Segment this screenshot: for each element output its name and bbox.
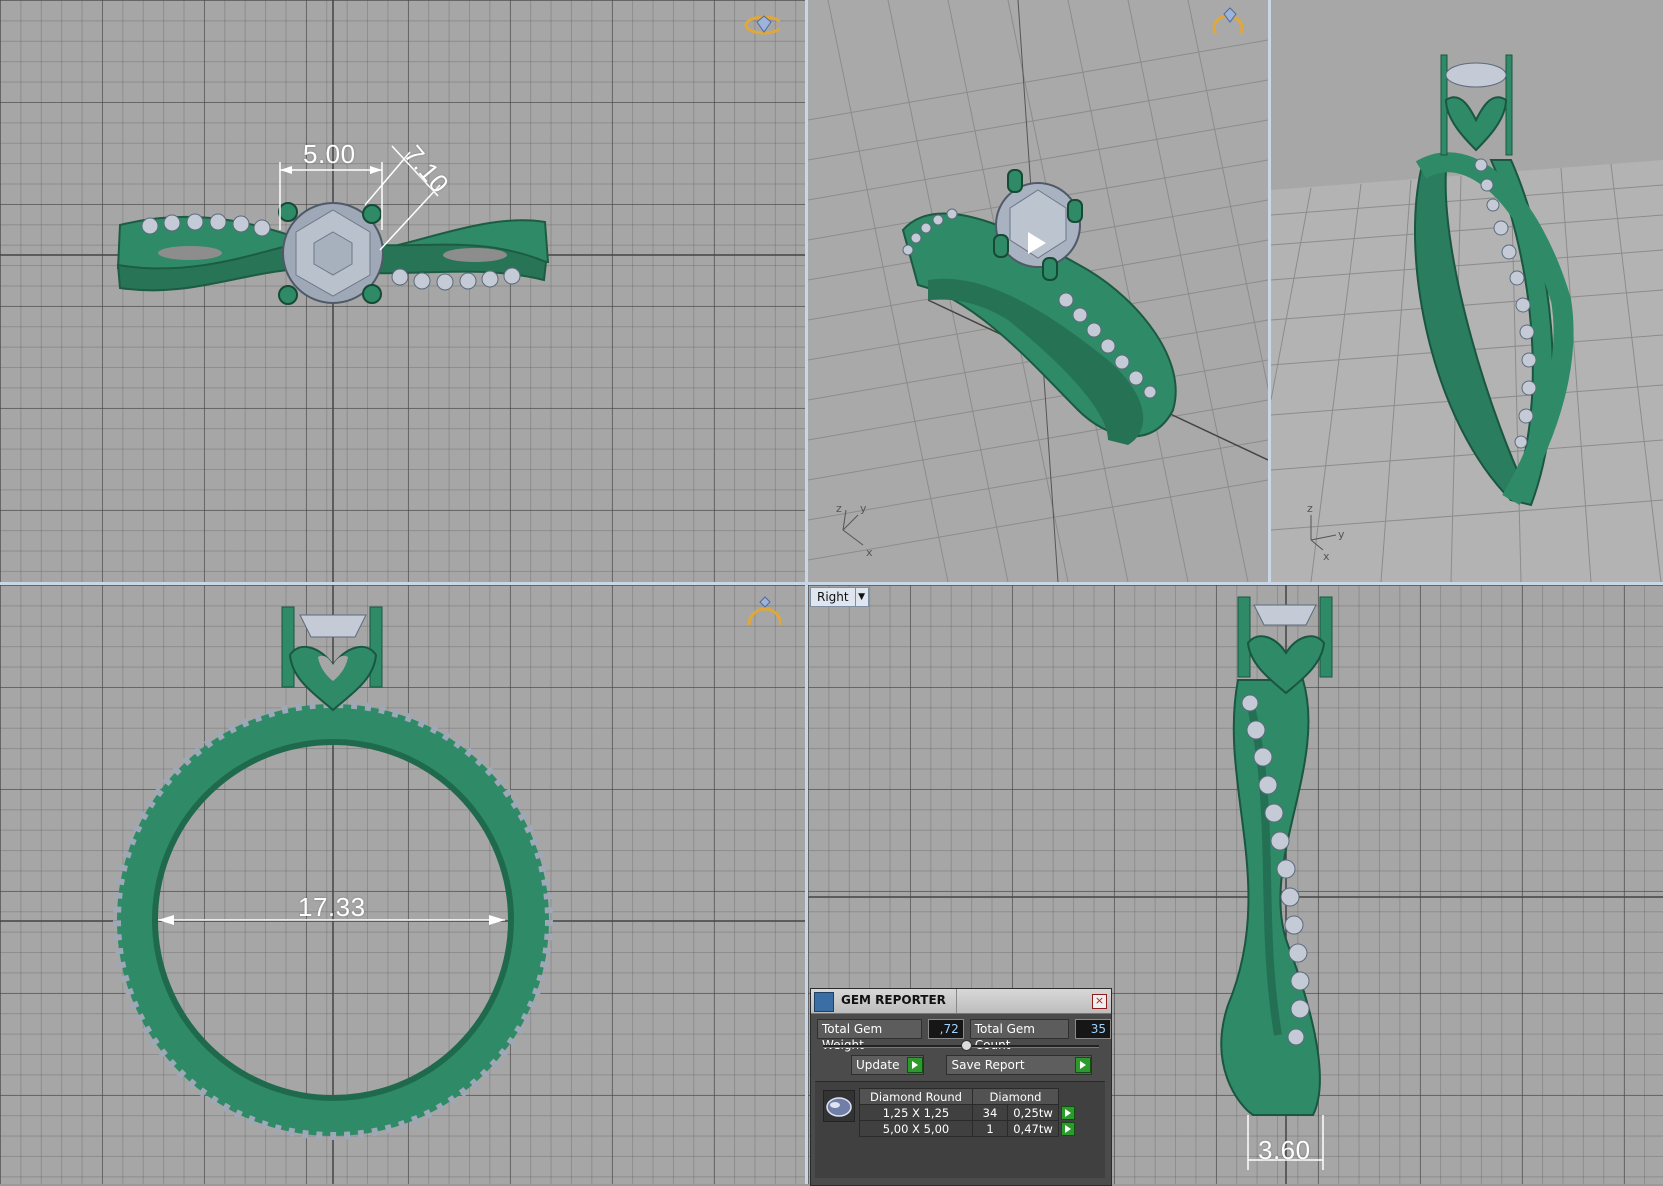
view-cube-icon[interactable] — [744, 10, 780, 40]
gem-size: 1,25 X 1,25 — [859, 1104, 973, 1121]
axis-label-x: x — [1323, 550, 1330, 563]
gem-table-area: Diamond Round Diamond 1,25 X 1,25 34 0,2… — [815, 1081, 1105, 1178]
view-selector[interactable]: Right ▼ — [810, 587, 869, 607]
table-row[interactable]: 5,00 X 5,00 1 0,47tw — [859, 1120, 1078, 1137]
titlebar-separator — [956, 989, 957, 1013]
ring-front-view — [0, 585, 805, 1184]
axis-label-y: y — [860, 502, 867, 515]
play-icon[interactable] — [1061, 1121, 1075, 1136]
viewport-perspective[interactable]: z y x — [808, 0, 1268, 582]
close-icon[interactable]: × — [1092, 994, 1107, 1009]
gem-weight: 0,47tw — [1007, 1120, 1059, 1137]
table-header-type: Diamond Round — [859, 1088, 973, 1105]
table-row[interactable]: 1,25 X 1,25 34 0,25tw — [859, 1104, 1078, 1121]
gem-reporter-titlebar[interactable]: GEM REPORTER × — [811, 989, 1111, 1014]
update-button[interactable]: Update — [851, 1055, 925, 1075]
play-icon[interactable] — [1061, 1105, 1075, 1120]
table-header-material: Diamond — [972, 1088, 1059, 1105]
total-gem-count-value: 35 — [1075, 1019, 1111, 1039]
round-gem-icon — [823, 1090, 855, 1122]
play-icon — [907, 1057, 924, 1073]
gem-reporter-splitter[interactable] — [823, 1040, 1099, 1051]
play-icon — [1074, 1057, 1091, 1073]
viewport-front[interactable]: 17.33 — [0, 585, 805, 1184]
gem-count: 34 — [972, 1104, 1008, 1121]
ring-top-view — [0, 0, 805, 582]
axis-label-y: y — [1338, 528, 1345, 541]
axis-label-x: x — [866, 546, 873, 559]
perspective-grid: z y x — [808, 0, 1268, 582]
total-gem-weight-value: ,72 — [927, 1019, 964, 1039]
update-button-label: Update — [856, 1058, 900, 1072]
axis-label-z: z — [836, 502, 842, 515]
gem-count: 1 — [972, 1120, 1008, 1137]
view-cube-icon[interactable] — [745, 595, 781, 625]
total-gem-count-label: Total Gem Count — [969, 1019, 1069, 1052]
axis-label-z: z — [1307, 502, 1313, 515]
gem-reporter-title: GEM REPORTER — [841, 993, 946, 1007]
view-selector-label: Right — [817, 590, 849, 604]
splitter-handle[interactable] — [961, 1040, 972, 1051]
dimension-width: 5.00 — [303, 139, 356, 169]
viewport-divider-vertical-top[interactable] — [1268, 0, 1271, 583]
gem-reporter-icon — [814, 992, 834, 1012]
gem-weight: 0,25tw — [1007, 1104, 1059, 1121]
gem-size: 5,00 X 5,00 — [859, 1120, 973, 1137]
chevron-down-icon[interactable]: ▼ — [854, 588, 868, 606]
gem-table: Diamond Round Diamond 1,25 X 1,25 34 0,2… — [859, 1088, 1078, 1137]
viewport-top[interactable]: 5.00 7.10 — [0, 0, 805, 582]
perspective-floor: z x y — [1271, 54, 1663, 582]
viewport-divider-horizontal[interactable] — [0, 582, 1663, 585]
viewport-divider-vertical[interactable] — [805, 0, 808, 1184]
view-cube-icon[interactable] — [1208, 4, 1244, 34]
save-report-button-label: Save Report — [951, 1058, 1025, 1072]
viewport-perspective-2[interactable]: z x y — [1271, 0, 1663, 582]
gem-reporter-panel: GEM REPORTER × Total Gem Weight ,72 Tota… — [810, 988, 1112, 1186]
total-gem-weight-label: Total Gem Weight — [817, 1019, 922, 1052]
dimension-inner-diameter: 17.33 — [298, 892, 366, 922]
table-header-row: Diamond Round Diamond — [859, 1088, 1078, 1105]
dimension-shank: 3.60 — [1258, 1135, 1311, 1165]
save-report-button[interactable]: Save Report — [946, 1055, 1092, 1075]
